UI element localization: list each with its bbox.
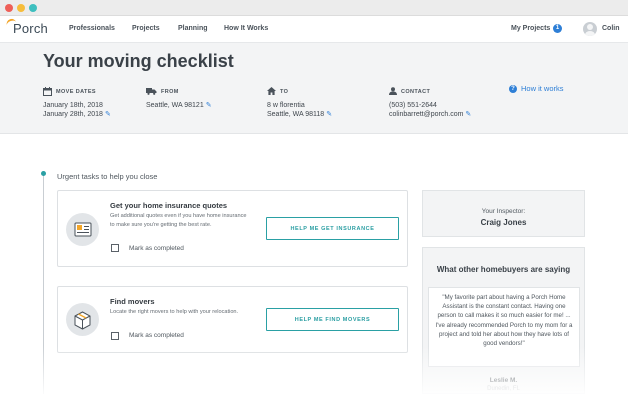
avatar-head — [587, 24, 593, 30]
testimonial-author: Leslie M. — [489, 377, 518, 384]
how-it-works-label: How it works — [521, 84, 564, 93]
nav-professionals[interactable]: Professionals — [69, 25, 115, 32]
from-section: FROM Seattle, WA 98121 ✎ — [146, 87, 212, 110]
minimize-window-button[interactable] — [17, 4, 25, 12]
from-label: FROM — [161, 89, 179, 95]
contact-phone: (503) 551-2644 — [389, 102, 437, 109]
task-card-movers: Find movers Locate the right movers to h… — [57, 286, 408, 353]
contact-label: CONTACT — [401, 89, 431, 95]
task-title: Find movers — [110, 297, 155, 306]
insurance-document-icon — [66, 213, 99, 246]
to-section: TO 8 w florentia Seattle, WA 98118 ✎ — [267, 87, 332, 119]
nav-projects[interactable]: Projects — [132, 25, 160, 32]
urgent-tasks-title: Urgent tasks to help you close — [57, 172, 158, 181]
maximize-window-button[interactable] — [29, 4, 37, 12]
edit-from-pencil-icon[interactable]: ✎ — [206, 102, 212, 109]
testimonial-title: What other homebuyers are saying — [436, 265, 571, 274]
checklist-header: Your moving checklist MOVE DATES January… — [0, 43, 628, 134]
find-movers-button[interactable]: HELP ME FIND MOVERS — [266, 308, 399, 331]
mark-completed-checkbox[interactable] — [111, 244, 119, 252]
top-navbar: Porch Professionals Projects Planning Ho… — [0, 16, 628, 43]
to-street: 8 w florentia — [267, 102, 305, 109]
contact-section: CONTACT (503) 551-2644 colinbarrett@porc… — [389, 87, 471, 119]
page-title: Your moving checklist — [43, 51, 234, 71]
to-label: TO — [280, 89, 289, 95]
window-titlebar — [0, 0, 628, 16]
inspector-label: Your Inspector: — [481, 208, 526, 215]
move-date-start: January 18th, 2018 — [43, 102, 103, 109]
inspector-card: Your Inspector: Craig Jones — [422, 190, 585, 237]
question-icon: ? — [509, 84, 517, 93]
mark-completed-checkbox[interactable] — [111, 332, 119, 340]
close-window-button[interactable] — [5, 4, 13, 12]
nav-planning[interactable]: Planning — [178, 25, 208, 32]
home-icon — [267, 87, 276, 97]
task-description: Get additional quotes even if you have h… — [110, 213, 247, 228]
edit-dates-pencil-icon[interactable]: ✎ — [105, 111, 111, 118]
person-icon — [389, 87, 397, 97]
task-title: Get your home insurance quotes — [110, 201, 228, 210]
testimonial-card: What other homebuyers are saying "My fav… — [422, 247, 585, 394]
inspector-name: Craig Jones — [480, 218, 527, 227]
contact-email: colinbarrett@porch.com — [389, 111, 464, 118]
nav-my-projects[interactable]: My Projects — [511, 25, 550, 32]
truck-icon — [146, 87, 157, 97]
testimonial-location: Dunedin, FL — [487, 386, 520, 392]
user-avatar[interactable] — [583, 22, 597, 36]
nav-how-it-works[interactable]: How It Works — [224, 25, 268, 32]
how-it-works-link[interactable]: ? How it works — [509, 84, 564, 93]
edit-contact-pencil-icon[interactable]: ✎ — [465, 111, 471, 118]
mark-completed-label[interactable]: Mark as completed — [129, 332, 184, 339]
my-projects-count-badge: 1 — [553, 24, 562, 33]
user-name[interactable]: Colin — [602, 25, 620, 32]
timeline-line — [43, 175, 44, 394]
calendar-icon — [43, 86, 52, 98]
moving-box-icon — [66, 303, 99, 336]
testimonial-quote: "My favorite part about having a Porch H… — [428, 287, 580, 367]
get-insurance-button[interactable]: HELP ME GET INSURANCE — [266, 217, 399, 240]
task-description: Locate the right movers to help with you… — [110, 309, 239, 315]
move-dates-label: MOVE DATES — [56, 89, 96, 95]
from-address: Seattle, WA 98121 — [146, 102, 204, 109]
avatar-shoulders — [585, 31, 595, 36]
timeline-dot — [41, 171, 46, 176]
move-date-end: January 28th, 2018 — [43, 111, 103, 118]
mark-completed-label[interactable]: Mark as completed — [129, 245, 184, 252]
to-city: Seattle, WA 98118 — [267, 111, 325, 118]
edit-to-pencil-icon[interactable]: ✎ — [326, 111, 332, 118]
task-card-insurance: Get your home insurance quotes Get addit… — [57, 190, 408, 267]
porch-logo[interactable]: Porch — [5, 17, 48, 36]
move-dates-section: MOVE DATES January 18th, 2018 January 28… — [43, 86, 111, 119]
